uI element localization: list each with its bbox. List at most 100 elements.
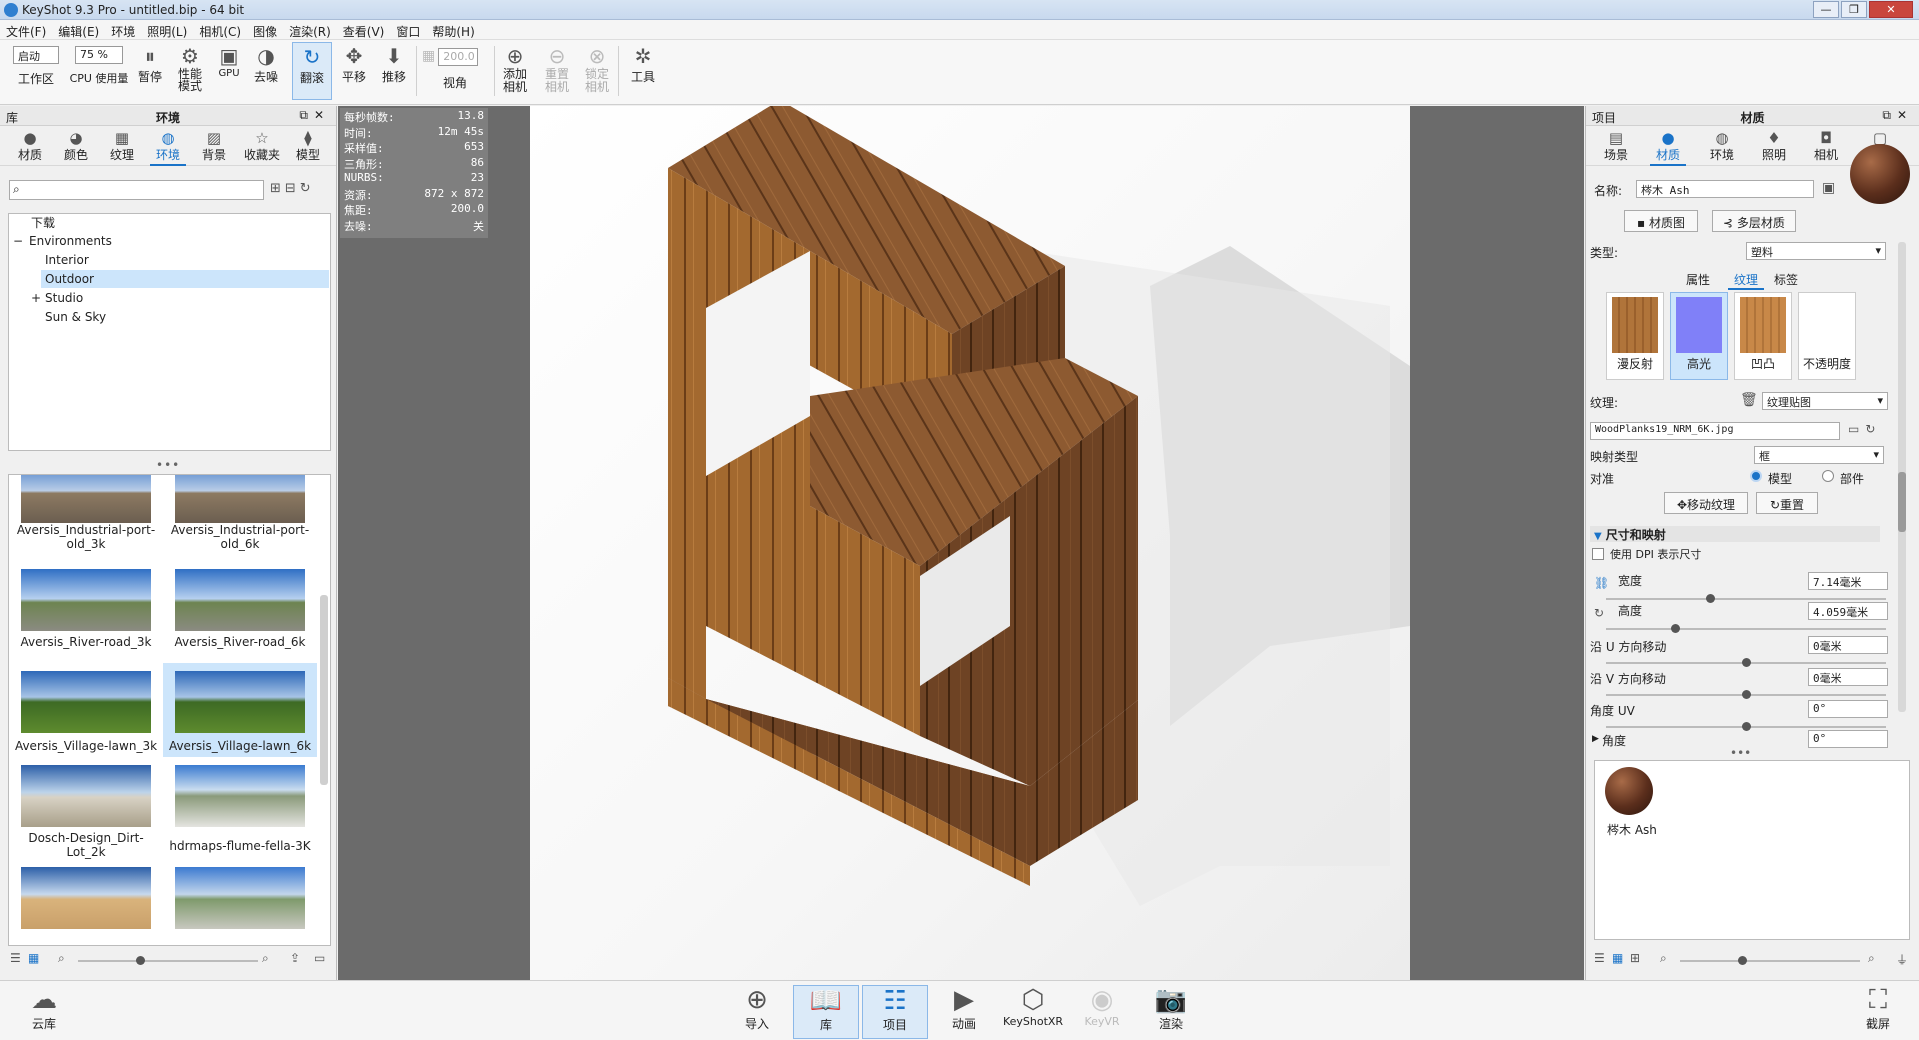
move-texture-button[interactable]: ✥移动纹理 bbox=[1664, 492, 1748, 514]
refresh-icon[interactable]: ↻ bbox=[1594, 606, 1604, 620]
panel-controls[interactable]: ⧉✕ bbox=[1882, 108, 1913, 123]
tree-item-sun-sky[interactable]: Sun & Sky bbox=[45, 308, 106, 326]
menu-view[interactable]: 查看(V) bbox=[337, 20, 391, 39]
field-of-view-tool[interactable]: ▦ 200.0 视角 bbox=[422, 46, 488, 91]
menu-image[interactable]: 图像 bbox=[247, 20, 283, 39]
tab-backplates[interactable]: ▨ 背景 bbox=[196, 130, 232, 163]
library-button[interactable]: 📖 库 bbox=[793, 985, 859, 1039]
link-icon[interactable]: ⛓ bbox=[1594, 576, 1609, 590]
grid-view-icon[interactable]: ▦ bbox=[28, 951, 39, 965]
subtab-labels[interactable]: 标签 bbox=[1774, 271, 1798, 288]
splitter-handle[interactable]: ••• bbox=[1730, 746, 1751, 760]
tree-item-studio[interactable]: Studio bbox=[45, 289, 83, 307]
list-view-icon[interactable]: ☰ bbox=[10, 951, 21, 965]
height-slider[interactable] bbox=[1606, 624, 1886, 633]
fov-input[interactable]: 200.0 bbox=[438, 48, 479, 66]
thumbnail-scrollbar[interactable] bbox=[320, 595, 328, 785]
tree-item-environments[interactable]: Environments bbox=[29, 232, 112, 250]
texture-type-select[interactable]: 纹理贴图 ▾ bbox=[1762, 392, 1888, 410]
panel-controls[interactable]: ⧉✕ bbox=[299, 108, 330, 123]
section-header-size-mapping[interactable]: ▼ 尺寸和映射 bbox=[1590, 526, 1880, 542]
pause-button[interactable]: ⏸ 暂停 bbox=[134, 46, 166, 85]
tools-button[interactable]: ✲ 工具 bbox=[626, 46, 660, 85]
tree-item-interior[interactable]: Interior bbox=[45, 251, 89, 269]
thumbnail-item[interactable]: Aversis_Village-lawn_3k bbox=[9, 671, 163, 753]
angle-input[interactable]: 0° bbox=[1808, 730, 1888, 748]
dpi-checkbox[interactable] bbox=[1592, 548, 1604, 560]
tab-favorites[interactable]: ☆ 收藏夹 bbox=[240, 130, 284, 163]
grid-view-icon[interactable]: ▦ bbox=[1612, 951, 1623, 965]
cloud-upload-icon[interactable]: ⇪ bbox=[290, 951, 300, 965]
texture-slot-specular[interactable]: 高光 bbox=[1670, 292, 1728, 380]
reset-button[interactable]: ↻重置 bbox=[1756, 492, 1818, 514]
slider-knob[interactable] bbox=[1671, 624, 1680, 633]
uv-angle-input[interactable]: 0° bbox=[1808, 700, 1888, 718]
u-offset-slider[interactable] bbox=[1606, 658, 1886, 667]
thumbnail-item[interactable]: Aversis_Industrial-port-old_6k bbox=[163, 475, 317, 551]
slider-knob[interactable] bbox=[1738, 956, 1747, 965]
render-button[interactable]: 📷 渲染 bbox=[1138, 985, 1204, 1039]
maximize-button[interactable]: ❐ bbox=[1841, 1, 1867, 18]
performance-mode-button[interactable]: ⚙ 性能 模式 bbox=[170, 46, 210, 92]
thumbnail-item[interactable] bbox=[9, 867, 163, 929]
slider-knob[interactable] bbox=[1706, 594, 1715, 603]
tree-expander[interactable]: + bbox=[31, 289, 41, 307]
material-type-select[interactable]: 塑料 ▾ bbox=[1746, 242, 1886, 260]
subtab-textures[interactable]: 纹理 bbox=[1728, 271, 1765, 290]
width-slider[interactable] bbox=[1606, 594, 1886, 603]
scrollbar-thumb[interactable] bbox=[1898, 472, 1906, 532]
menu-edit[interactable]: 编辑(E) bbox=[52, 20, 105, 39]
splitter-handle[interactable]: ••• bbox=[156, 458, 180, 472]
uv-angle-slider[interactable] bbox=[1606, 722, 1886, 731]
pan-button[interactable]: ✥ 平移 bbox=[338, 46, 370, 85]
material-graph-button[interactable]: ▪ 材质图 bbox=[1624, 210, 1698, 232]
menu-window[interactable]: 窗口 bbox=[390, 20, 426, 39]
menu-environment[interactable]: 环境 bbox=[105, 20, 141, 39]
import-button[interactable]: ⊕ 导入 bbox=[724, 985, 790, 1039]
funnel-icon[interactable]: ⏚ bbox=[1896, 951, 1908, 968]
tab-colors[interactable]: ◕ 颜色 bbox=[58, 130, 94, 163]
menu-camera[interactable]: 相机(C) bbox=[193, 20, 247, 39]
zoom-in-icon[interactable]: ⌕ bbox=[262, 951, 269, 966]
thumbnail-item[interactable]: hdrmaps-flume-fella-3K bbox=[163, 765, 317, 853]
keyshotxr-button[interactable]: ⬡ KeyShotXR bbox=[1000, 985, 1066, 1039]
thumbnail-item[interactable]: Aversis_River-road_3k bbox=[9, 569, 163, 649]
thumbnail-item[interactable]: Aversis_River-road_6k bbox=[163, 569, 317, 649]
slider-knob[interactable] bbox=[1742, 722, 1751, 731]
menu-lighting[interactable]: 照明(L) bbox=[141, 20, 193, 39]
list-view-icon[interactable]: ☰ bbox=[1594, 951, 1605, 965]
project-button[interactable]: ☷ 项目 bbox=[862, 985, 928, 1039]
align-model-radio[interactable] bbox=[1750, 470, 1762, 482]
filter-view-icon[interactable]: ⊞ bbox=[1630, 951, 1640, 965]
animation-button[interactable]: ▶ 动画 bbox=[931, 985, 997, 1039]
file-actions[interactable]: ▭↻ bbox=[1848, 422, 1881, 436]
cloud-library-button[interactable]: ☁ 云库 bbox=[12, 985, 76, 1039]
save-icon[interactable]: ▣ bbox=[1822, 180, 1835, 196]
screenshot-button[interactable]: ⛶ 截屏 bbox=[1846, 985, 1910, 1039]
thumbnail-size-slider[interactable] bbox=[78, 956, 258, 965]
minimize-button[interactable]: — bbox=[1813, 1, 1839, 18]
reset-camera-button[interactable]: ⊖ 重置 相机 bbox=[540, 46, 574, 94]
v-offset-input[interactable]: 0毫米 bbox=[1808, 668, 1888, 686]
folder-actions[interactable]: ⊞⊟↻ bbox=[270, 181, 315, 196]
workspace-select[interactable]: 启动 bbox=[13, 46, 59, 64]
tree-item-download[interactable]: 下载 bbox=[31, 214, 55, 232]
cpu-usage-tool[interactable]: 75 % CPU 使用量 bbox=[68, 46, 130, 86]
zoom-in-icon[interactable]: ⌕ bbox=[1868, 951, 1875, 966]
tab-material[interactable]: ● 材质 bbox=[1650, 130, 1686, 166]
material-thumbnail[interactable] bbox=[1605, 767, 1653, 815]
tab-textures[interactable]: ▦ 纹理 bbox=[104, 130, 140, 163]
v-offset-slider[interactable] bbox=[1606, 690, 1886, 699]
thumbnail-size-slider[interactable] bbox=[1680, 956, 1860, 965]
tab-environments[interactable]: ◍ 环境 bbox=[150, 130, 186, 166]
workspace-tool[interactable]: 启动 工作区 bbox=[12, 46, 60, 87]
slider-knob[interactable] bbox=[1742, 690, 1751, 699]
height-input[interactable]: 4.059毫米 bbox=[1808, 602, 1888, 620]
mapping-type-select[interactable]: 框 ▾ bbox=[1754, 446, 1884, 464]
texture-slot-diffuse[interactable]: 漫反射 bbox=[1606, 292, 1664, 380]
tab-camera[interactable]: ◘ 相机 bbox=[1808, 130, 1844, 163]
cpu-select[interactable]: 75 % bbox=[75, 46, 123, 64]
texture-slot-opacity[interactable]: 不透明度 bbox=[1798, 292, 1856, 380]
keyvr-button[interactable]: ◉ KeyVR bbox=[1069, 985, 1135, 1039]
render-viewport[interactable]: 每秒帧数: 13.8 时间: 12m 45s 采样值: 653 三角形: 86 NURB… bbox=[338, 100, 1584, 980]
